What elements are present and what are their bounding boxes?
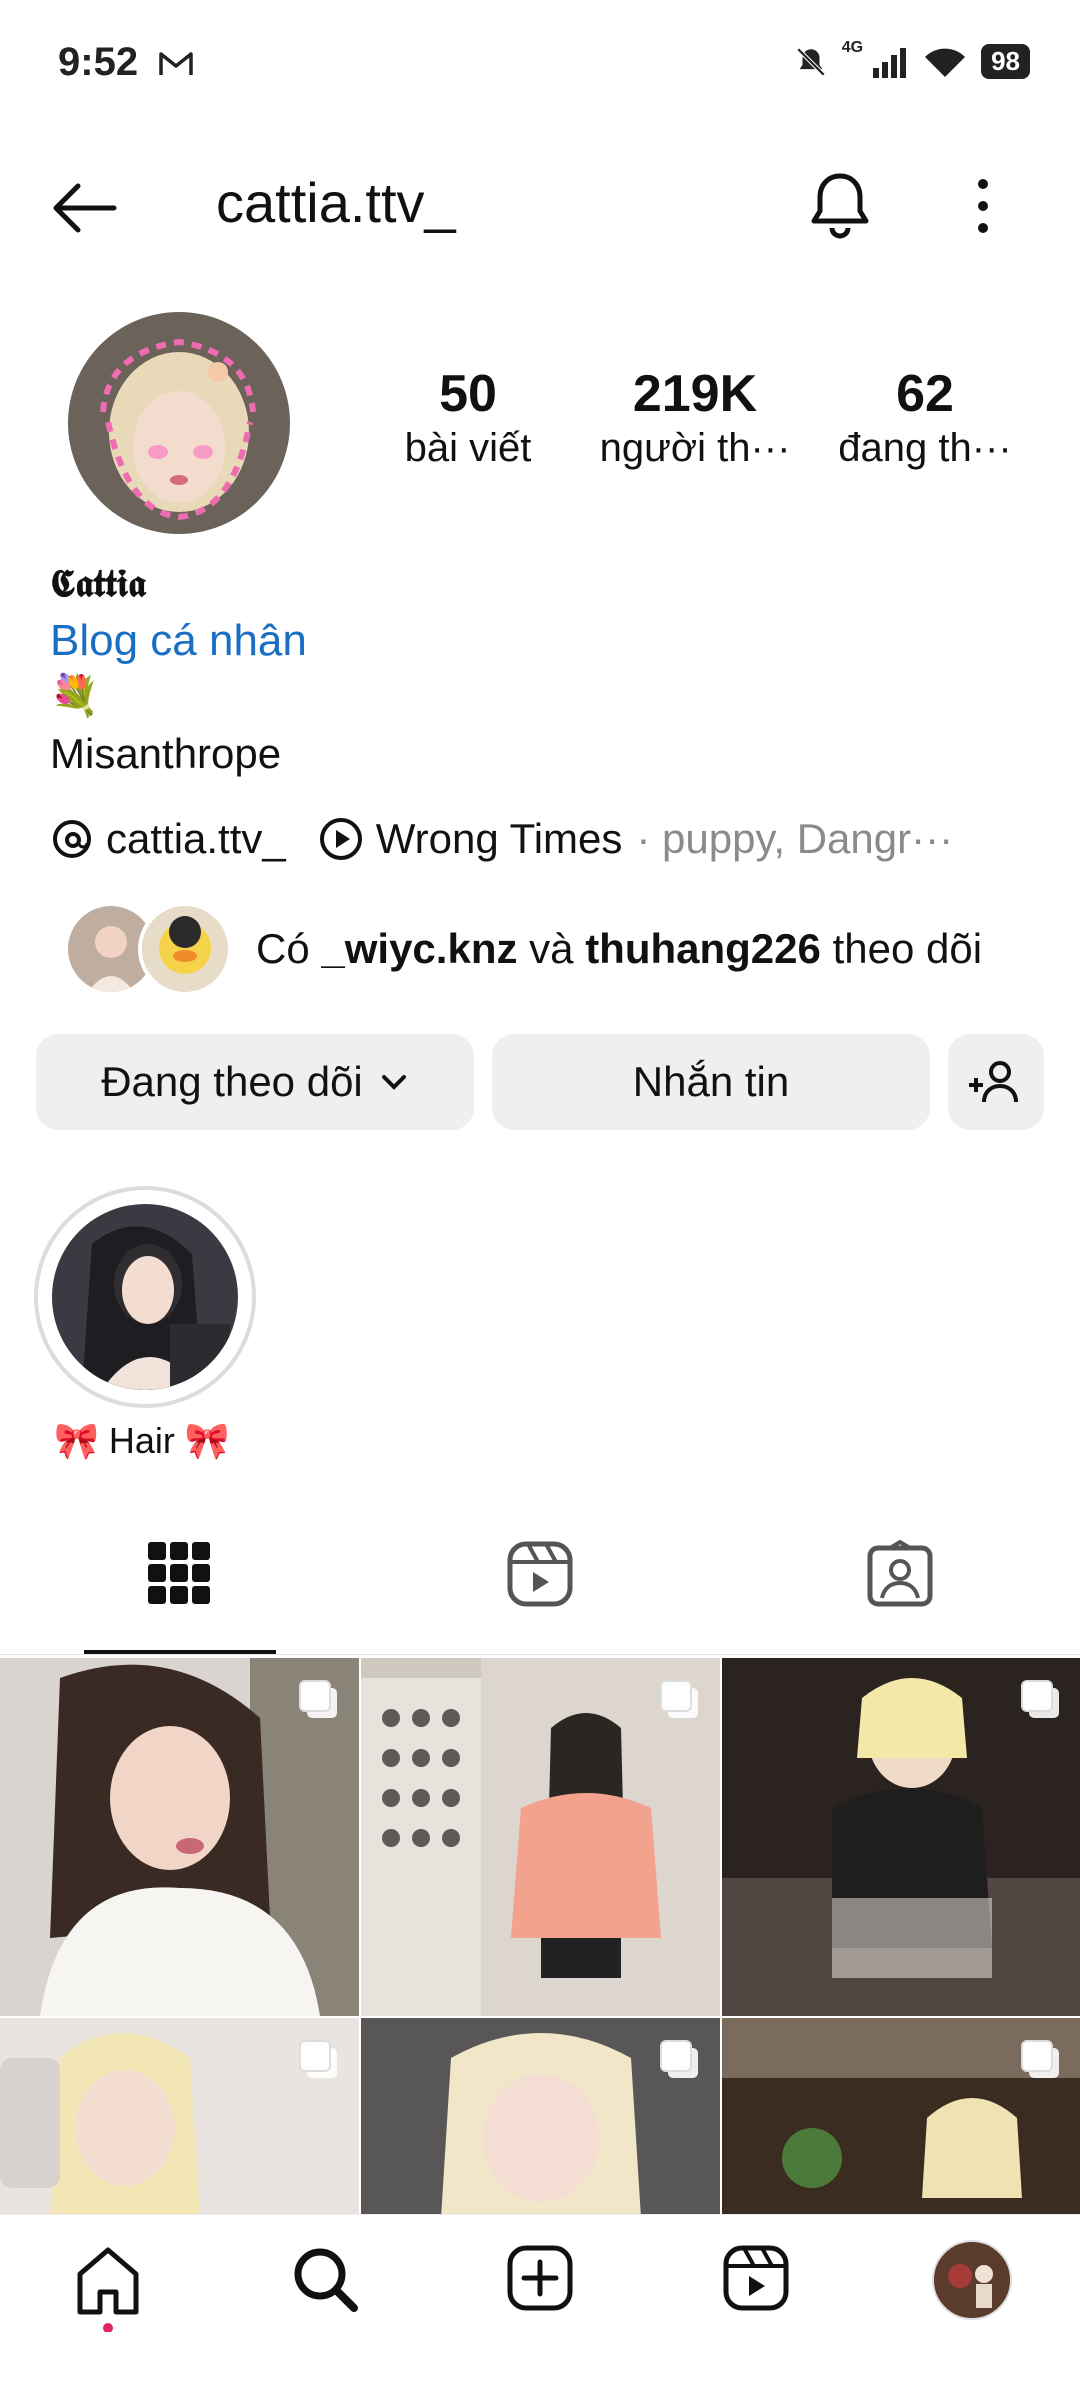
post-thumbnail[interactable] [0,1658,359,2016]
post-thumbnail[interactable] [722,1658,1080,2016]
tagged-tab[interactable] [866,1539,934,1613]
carousel-icon [299,1680,337,1718]
carousel-icon [299,2040,337,2078]
mutual-follower-2[interactable]: thuhang226 [585,925,821,972]
nav-search[interactable] [290,2244,360,2319]
post-thumbnail[interactable] [361,2018,720,2214]
status-time: 9:52 [58,40,139,84]
carousel-icon [1021,1680,1059,1718]
threads-music-row: cattia.ttv_ Wrong Times · puppy, Dangr··… [50,815,953,863]
tabs-divider [0,1654,1080,1655]
following-label: đang th··· [838,426,1012,470]
message-button[interactable]: Nhắn tin [492,1034,930,1130]
followers-count: 219K [632,365,758,423]
add-user-icon [969,1061,1018,1103]
nav-profile[interactable] [932,2240,1012,2325]
status-icons: 4G 98 [794,39,1030,79]
arrow-left-icon [53,183,117,233]
display-name: 𝕮𝖆𝖙𝖙𝖎𝖆 [50,560,146,605]
carousel-icon [1021,2040,1059,2078]
followers-stat[interactable]: 219K người th··· [595,364,795,471]
nav-reels[interactable] [722,2244,790,2317]
post-thumbnail[interactable] [361,1658,720,2016]
grid-icon [148,1542,210,1604]
tagged-user-icon [867,1539,933,1607]
home-icon [77,2247,139,2333]
following-label: Đang theo dõi [101,1058,363,1105]
signal-icon [873,47,907,78]
story-highlight[interactable] [34,1186,256,1408]
carousel-icon [660,1680,698,1718]
add-user-button[interactable] [948,1034,1044,1130]
profile-avatar-icon [932,2240,1012,2320]
highlight-label: 🎀 Hair 🎀 [54,1420,230,1461]
carousel-icon [660,2040,698,2078]
network-label: 4G [841,38,864,56]
music-artists: · puppy, Dangr··· [636,815,954,862]
post-thumbnail[interactable] [722,2018,1080,2214]
search-icon [294,2248,358,2312]
add-post-icon [507,2245,573,2311]
posts-stat[interactable]: 50 bài viết [368,364,568,471]
highlight-thumbnail [52,1204,238,1390]
nav-home[interactable] [72,2244,144,2337]
mail-icon [158,50,194,83]
threads-badge[interactable]: cattia.ttv_ [50,815,286,863]
more-vertical-icon [978,179,988,233]
message-label: Nhắn tin [632,1058,790,1105]
grid-tab[interactable] [146,1540,212,1611]
bell-icon [811,173,869,239]
followed-suffix: theo dõi [832,925,983,972]
profile-link[interactable]: Blog cá nhân [50,616,307,666]
reels-icon [507,1541,573,1607]
more-options-button[interactable] [968,176,998,241]
page-title: cattia.ttv_ [216,171,456,234]
wifi-icon [925,48,966,77]
music-title: Wrong Times [375,815,623,862]
follower-avatar [138,902,232,996]
chevron-down-icon [381,1075,406,1090]
threads-icon [53,820,91,858]
bio-text: Misanthrope [50,730,282,777]
followers-label: người th··· [599,426,791,470]
followed-by-text: Có _wiyc.knz và thuhang226 theo dõi [256,925,982,973]
following-button[interactable]: Đang theo dõi [36,1034,474,1130]
followed-joiner: và [529,925,574,972]
battery-indicator: 98 [981,44,1030,79]
play-circle-icon [319,818,362,860]
mute-bell-icon [796,47,825,76]
threads-handle: cattia.ttv_ [106,815,286,862]
posts-count: 50 [439,365,497,423]
back-button[interactable] [48,178,120,243]
bio-emoji: 💐 [50,674,100,718]
followed-by-row[interactable]: Có _wiyc.knz và thuhang226 theo dõi [64,902,982,996]
reels-icon [723,2245,789,2311]
music-badge[interactable]: Wrong Times · puppy, Dangr··· [318,815,953,863]
posts-label: bài viết [404,426,532,470]
profile-avatar[interactable] [68,312,290,534]
notifications-button[interactable] [808,170,872,247]
posts-grid [0,1658,1080,2214]
mutual-follower-1[interactable]: _wiyc.knz [321,925,517,972]
reels-tab[interactable] [506,1540,574,1613]
following-count: 62 [896,365,954,423]
nav-create[interactable] [506,2244,574,2317]
post-thumbnail[interactable] [0,2018,359,2214]
following-stat[interactable]: 62 đang th··· [825,364,1025,471]
followed-prefix: Có [256,925,310,972]
